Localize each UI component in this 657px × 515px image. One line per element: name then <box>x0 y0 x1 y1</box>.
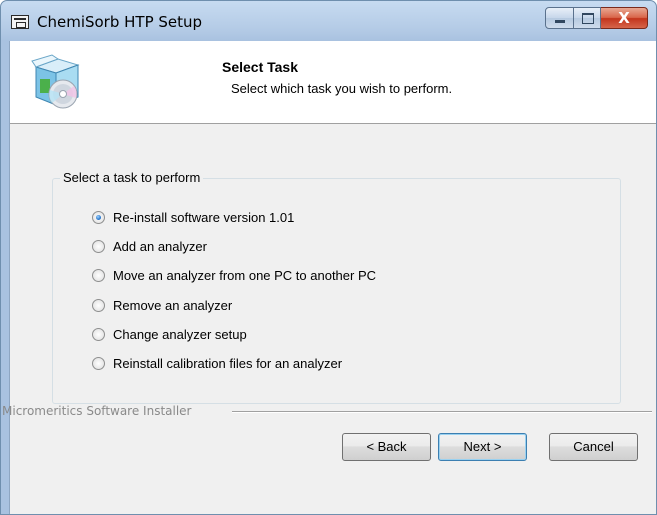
radio-label[interactable]: Change analyzer setup <box>113 327 247 342</box>
close-button[interactable]: X <box>601 7 648 29</box>
radio-button[interactable] <box>92 356 105 370</box>
radio-button-selected[interactable] <box>92 210 105 224</box>
radio-option-add-analyzer[interactable]: Add an analyzer <box>92 237 207 255</box>
caption-buttons: X <box>545 7 648 29</box>
title-bar[interactable]: ChemiSorb HTP Setup X <box>1 1 656 41</box>
radio-button[interactable] <box>92 298 105 312</box>
app-window-icon[interactable] <box>11 15 29 29</box>
maximize-icon <box>582 13 594 24</box>
close-icon: X <box>618 9 630 27</box>
footer-divider <box>232 411 652 413</box>
minimize-button[interactable] <box>545 7 574 29</box>
radio-option-reinstall-calibration[interactable]: Reinstall calibration files for an analy… <box>92 354 342 372</box>
radio-label[interactable]: Re-install software version 1.01 <box>113 210 294 225</box>
setup-window: ChemiSorb HTP Setup X Select Task Select… <box>0 0 657 515</box>
installer-box-cd-icon <box>31 54 80 109</box>
radio-option-change-analyzer-setup[interactable]: Change analyzer setup <box>92 325 247 343</box>
wizard-header: Select Task Select which task you wish t… <box>10 41 656 124</box>
back-button[interactable]: < Back <box>342 433 431 461</box>
radio-label[interactable]: Move an analyzer from one PC to another … <box>113 268 376 283</box>
radio-label[interactable]: Remove an analyzer <box>113 298 232 313</box>
radio-option-reinstall-software[interactable]: Re-install software version 1.01 <box>92 208 294 226</box>
next-button[interactable]: Next > <box>438 433 527 461</box>
radio-label[interactable]: Reinstall calibration files for an analy… <box>113 356 342 371</box>
installer-branding-label: Micromeritics Software Installer <box>2 404 192 418</box>
page-subtitle: Select which task you wish to perform. <box>231 81 453 96</box>
window-title: ChemiSorb HTP Setup <box>37 13 203 31</box>
cancel-button[interactable]: Cancel <box>549 433 638 461</box>
task-groupbox-label: Select a task to perform <box>60 170 204 185</box>
radio-label[interactable]: Add an analyzer <box>113 239 207 254</box>
page-title: Select Task <box>222 59 299 75</box>
radio-button[interactable] <box>92 268 105 282</box>
radio-option-remove-analyzer[interactable]: Remove an analyzer <box>92 296 232 314</box>
radio-button[interactable] <box>92 327 105 341</box>
dialog-client-area: Select Task Select which task you wish t… <box>2 41 656 514</box>
radio-option-move-analyzer[interactable]: Move an analyzer from one PC to another … <box>92 266 376 284</box>
minimize-icon <box>555 20 565 23</box>
radio-button[interactable] <box>92 239 105 253</box>
maximize-button[interactable] <box>574 7 601 29</box>
